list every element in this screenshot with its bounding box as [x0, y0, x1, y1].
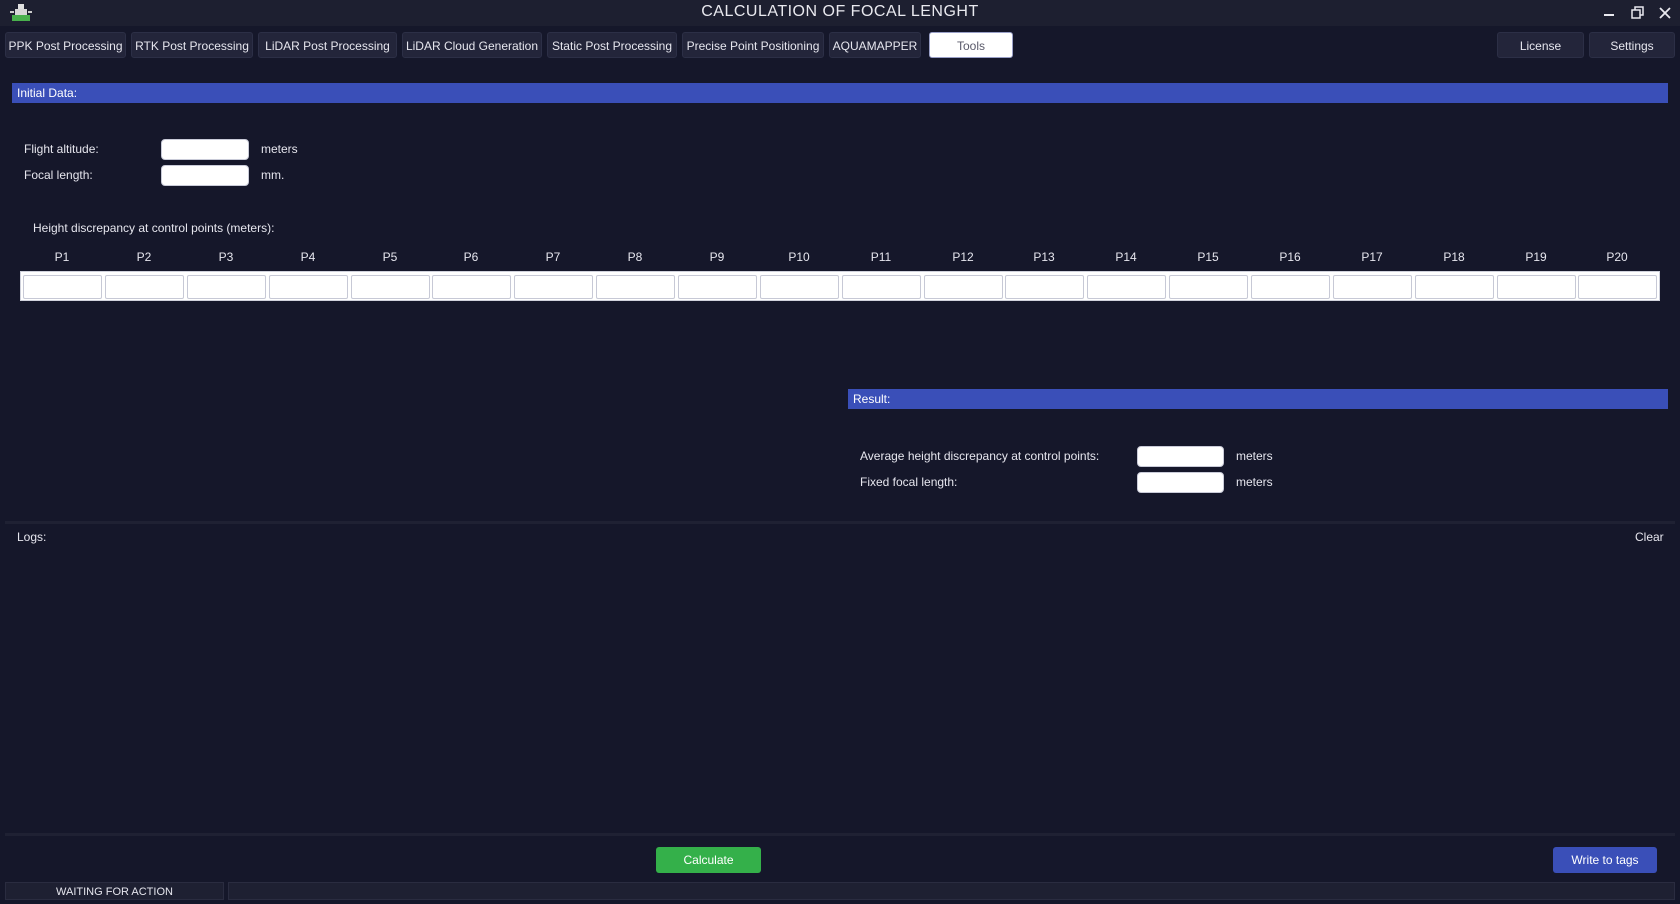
point-input-p18[interactable] [1415, 275, 1494, 299]
tab-ppk-post-processing[interactable]: PPK Post Processing [5, 32, 126, 58]
tab-tools[interactable]: Tools [929, 32, 1013, 58]
point-header-p18: P18 [1443, 250, 1465, 264]
point-input-p11[interactable] [842, 275, 921, 299]
focal-length-input[interactable] [161, 165, 249, 186]
point-header-p12: P12 [952, 250, 974, 264]
point-header-p4: P4 [300, 250, 316, 264]
fixed-focal-length-unit: meters [1236, 475, 1273, 489]
point-input-p9[interactable] [678, 275, 757, 299]
control-points-table [20, 271, 1660, 301]
flight-altitude-input[interactable] [161, 139, 249, 160]
point-input-p14[interactable] [1087, 275, 1166, 299]
point-header-p11: P11 [870, 250, 892, 264]
tab-lidar-cloud-generation[interactable]: LiDAR Cloud Generation [402, 32, 542, 58]
panel-divider [5, 521, 1675, 524]
title-bar: CALCULATION OF FOCAL LENGHT [0, 0, 1680, 26]
height-discrepancy-label: Height discrepancy at control points (me… [33, 221, 275, 235]
tab-static-post-processing[interactable]: Static Post Processing [547, 32, 677, 58]
point-header-p15: P15 [1197, 250, 1219, 264]
point-header-p16: P16 [1279, 250, 1301, 264]
point-input-p15[interactable] [1169, 275, 1248, 299]
point-header-p20: P20 [1606, 250, 1628, 264]
minimize-icon[interactable] [1600, 4, 1618, 22]
restore-icon[interactable] [1628, 4, 1646, 22]
point-input-p16[interactable] [1251, 275, 1330, 299]
point-input-p20[interactable] [1578, 275, 1657, 299]
point-input-p12[interactable] [924, 275, 1003, 299]
point-header-p17: P17 [1361, 250, 1383, 264]
point-header-p19: P19 [1525, 250, 1547, 264]
point-input-p4[interactable] [269, 275, 348, 299]
result-header: Result: [848, 389, 1668, 409]
point-header-p8: P8 [627, 250, 643, 264]
close-icon[interactable] [1656, 4, 1674, 22]
logs-label: Logs: [17, 530, 47, 544]
tab-rtk-post-processing[interactable]: RTK Post Processing [131, 32, 253, 58]
avg-height-discrepancy-unit: meters [1236, 449, 1273, 463]
point-input-p3[interactable] [187, 275, 266, 299]
fixed-focal-length-output[interactable] [1137, 472, 1224, 493]
point-input-p17[interactable] [1333, 275, 1412, 299]
status-bar: WAITING FOR ACTION [0, 880, 1680, 904]
avg-height-discrepancy-output[interactable] [1137, 446, 1224, 467]
point-input-p7[interactable] [514, 275, 593, 299]
logs-panel[interactable] [5, 526, 1675, 833]
tab-settings[interactable]: Settings [1589, 32, 1675, 58]
point-input-p13[interactable] [1005, 275, 1084, 299]
point-input-p1[interactable] [23, 275, 102, 299]
point-header-p2: P2 [136, 250, 152, 264]
window-title: CALCULATION OF FOCAL LENGHT [701, 3, 979, 20]
write-to-tags-button[interactable]: Write to tags [1553, 847, 1657, 873]
point-input-p2[interactable] [105, 275, 184, 299]
status-text: WAITING FOR ACTION [5, 882, 224, 900]
calculate-button[interactable]: Calculate [656, 847, 761, 873]
flight-altitude-unit: meters [261, 142, 298, 156]
point-input-p6[interactable] [432, 275, 511, 299]
point-header-p9: P9 [709, 250, 725, 264]
focal-length-label: Focal length: [24, 168, 93, 182]
point-header-p5: P5 [382, 250, 398, 264]
clear-logs-button[interactable]: Clear [1635, 530, 1664, 544]
tab-precise-point-positioning[interactable]: Precise Point Positioning [682, 32, 824, 58]
initial-data-header: Initial Data: [12, 83, 1668, 103]
point-header-p6: P6 [463, 250, 479, 264]
tab-lidar-post-processing[interactable]: LiDAR Post Processing [258, 32, 397, 58]
point-header-p10: P10 [788, 250, 810, 264]
point-input-p5[interactable] [351, 275, 430, 299]
point-input-p10[interactable] [760, 275, 839, 299]
tab-aquamapper[interactable]: AQUAMAPPER [829, 32, 921, 58]
avg-height-discrepancy-label: Average height discrepancy at control po… [860, 449, 1100, 463]
point-header-p3: P3 [218, 250, 234, 264]
point-input-p19[interactable] [1497, 275, 1576, 299]
point-header-p13: P13 [1033, 250, 1055, 264]
flight-altitude-label: Flight altitude: [24, 142, 99, 156]
focal-length-unit: mm. [261, 168, 285, 182]
point-input-p8[interactable] [596, 275, 675, 299]
status-secondary [228, 882, 1675, 900]
point-header-p14: P14 [1115, 250, 1137, 264]
main-tabs-bar: PPK Post Processing RTK Post Processing … [0, 26, 1680, 64]
logs-bottom-divider [5, 833, 1675, 836]
tab-license[interactable]: License [1497, 32, 1584, 58]
point-header-p7: P7 [545, 250, 561, 264]
point-header-p1: P1 [54, 250, 70, 264]
fixed-focal-length-label: Fixed focal length: [860, 475, 958, 489]
